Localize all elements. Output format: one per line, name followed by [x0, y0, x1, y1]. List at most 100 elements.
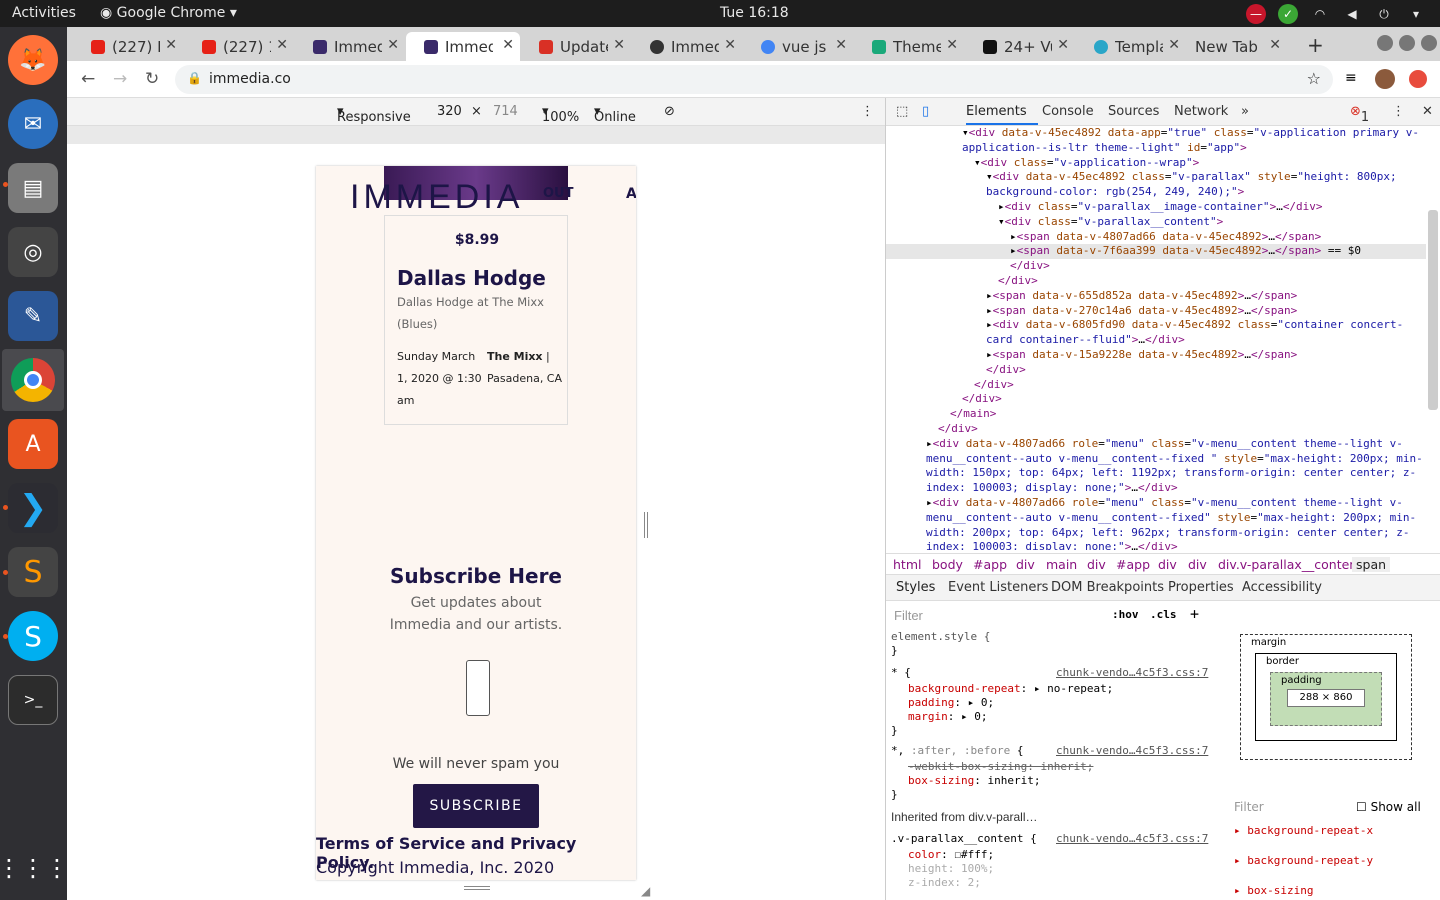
- crumb-item[interactable]: div: [1016, 557, 1035, 572]
- app-grid-icon[interactable]: ⋮⋮⋮: [0, 843, 69, 893]
- update-icon[interactable]: ✓: [1278, 4, 1298, 24]
- inspect-icon[interactable]: ⬚: [896, 104, 908, 119]
- avatar[interactable]: [1375, 69, 1395, 89]
- dom-node[interactable]: ▸<span data-v-4807ad66 data-v-45ec4892>……: [886, 230, 1426, 245]
- tab-11[interactable]: New Tab ✕: [1177, 32, 1287, 61]
- new-tab-icon[interactable]: +: [1307, 33, 1324, 57]
- device-toggle-icon[interactable]: ▯: [922, 104, 929, 119]
- close-window-icon[interactable]: [1421, 35, 1437, 51]
- new-rule-icon[interactable]: +: [1190, 605, 1199, 623]
- crumb-item[interactable]: div: [1158, 557, 1177, 572]
- dom-node[interactable]: index: 100003; display: none;">…</div>: [886, 540, 1426, 550]
- crumb-item[interactable]: main: [1046, 557, 1077, 572]
- nav-about-link[interactable]: OUT: [543, 186, 573, 201]
- activities-button[interactable]: Activities: [12, 5, 76, 21]
- network-select[interactable]: Online ▾: [594, 104, 636, 125]
- tab-event-listeners[interactable]: Event Listeners: [948, 580, 1048, 595]
- dom-tree[interactable]: ▾<div data-v-45ec4892 data-app="true" cl…: [886, 126, 1426, 550]
- close-devtools-icon[interactable]: ✕: [1422, 104, 1433, 119]
- maximize-icon[interactable]: [1399, 35, 1415, 51]
- dom-node[interactable]: ▸<div data-v-6805fd90 data-v-45ec4892 cl…: [886, 318, 1426, 333]
- blocked-icon[interactable]: —: [1246, 4, 1266, 24]
- resize-handle-right[interactable]: [644, 512, 648, 538]
- minimize-icon[interactable]: [1377, 35, 1393, 51]
- forward-icon[interactable]: →: [113, 69, 127, 89]
- software-icon[interactable]: A: [8, 419, 58, 469]
- dom-node[interactable]: ▾<div data-v-45ec4892 data-app="true" cl…: [886, 126, 1426, 141]
- dom-node[interactable]: ▸<div class="v-parallax__image-container…: [886, 200, 1426, 215]
- computed-prop[interactable]: ▸ background-repeat-x: [1234, 824, 1373, 837]
- crumb-item[interactable]: #app: [1116, 557, 1150, 572]
- dom-node[interactable]: width: 200px; top: 64px; left: 962px; tr…: [886, 526, 1426, 541]
- hov-toggle[interactable]: :hov: [1112, 608, 1139, 621]
- media-query-bar[interactable]: [67, 126, 885, 144]
- dom-node[interactable]: ▾<div data-v-45ec4892 class="v-parallax"…: [886, 170, 1426, 185]
- site-logo[interactable]: IMMEDIA: [350, 178, 523, 217]
- back-icon[interactable]: ←: [81, 69, 95, 89]
- tab-properties[interactable]: Properties: [1168, 580, 1234, 595]
- rule-source-link[interactable]: chunk-vendo…4c5f3.css:7: [1056, 744, 1208, 757]
- cls-toggle[interactable]: .cls: [1150, 608, 1177, 621]
- tab-elements[interactable]: Elements: [966, 104, 1027, 119]
- crumb-item[interactable]: div.v-parallax__content: [1218, 557, 1362, 572]
- tab-1[interactable]: (227) B✕: [73, 32, 183, 61]
- border-box[interactable]: border padding 288 × 860: [1255, 653, 1397, 741]
- close-tab-icon[interactable]: ✕: [835, 37, 847, 53]
- close-tab-icon[interactable]: ✕: [276, 37, 288, 53]
- dom-node[interactable]: menu__content--auto v-menu__content--fix…: [886, 452, 1426, 467]
- dom-node[interactable]: ▾<div class="v-parallax__content">: [886, 215, 1426, 230]
- volume-icon[interactable]: ◀: [1342, 4, 1362, 24]
- extension-icon[interactable]: [1409, 70, 1427, 88]
- dom-node[interactable]: background-color: rgb(254, 249, 240);">: [886, 185, 1426, 200]
- close-tab-icon[interactable]: ✕: [165, 37, 177, 53]
- tab-3[interactable]: Immed ✕: [295, 32, 405, 61]
- crumb-item[interactable]: body: [932, 557, 963, 572]
- terminal-icon[interactable]: >_: [8, 675, 58, 725]
- close-tab-icon[interactable]: ✕: [1269, 37, 1281, 53]
- dom-node[interactable]: ▸<div data-v-4807ad66 role="menu" class=…: [886, 437, 1426, 452]
- tab-accessibility[interactable]: Accessibility: [1242, 580, 1322, 595]
- dom-node[interactable]: index: 100003; display: none;">…</div>: [886, 481, 1426, 496]
- reload-icon[interactable]: ↻: [145, 69, 159, 89]
- width-input[interactable]: 320: [437, 104, 462, 119]
- tab-2[interactable]: (227) 1✕: [184, 32, 294, 61]
- files-icon[interactable]: ▤: [8, 163, 58, 213]
- rule-source-link[interactable]: chunk-vendo…4c5f3.css:7: [1056, 666, 1208, 679]
- close-tab-icon[interactable]: ✕: [502, 37, 514, 53]
- concert-card[interactable]: $8.99 Dallas Hodge Dallas Hodge at The M…: [384, 215, 568, 425]
- sublime-icon[interactable]: S: [8, 547, 58, 597]
- rhythmbox-icon[interactable]: ◎: [8, 227, 58, 277]
- margin-box[interactable]: margin border padding 288 × 860: [1240, 634, 1412, 760]
- devtools-menu-icon[interactable]: ⋮: [1392, 104, 1405, 119]
- rotate-icon[interactable]: ⊘: [664, 104, 675, 119]
- dom-node[interactable]: </div>: [886, 378, 1426, 393]
- address-bar[interactable]: 🔒 immedia.co ☆: [175, 65, 1333, 94]
- tab-10[interactable]: Templa✕: [1076, 32, 1186, 61]
- crumb-item[interactable]: html: [893, 557, 921, 572]
- dom-node[interactable]: ▸<span data-v-270c14a6 data-v-45ec4892>……: [886, 304, 1426, 319]
- dom-node[interactable]: ▸<div data-v-4807ad66 role="menu" class=…: [886, 496, 1426, 511]
- dom-node[interactable]: </div>: [886, 392, 1426, 407]
- dom-node[interactable]: </div>: [886, 363, 1426, 378]
- tab-9[interactable]: 24+ Vu✕: [965, 32, 1075, 61]
- subscribe-button[interactable]: SUBSCRIBE: [413, 784, 539, 828]
- computed-prop[interactable]: ▸ background-repeat-y: [1234, 854, 1373, 867]
- dom-node[interactable]: application--is-ltr theme--light" id="ap…: [886, 141, 1426, 156]
- thunderbird-icon[interactable]: ✉: [8, 99, 58, 149]
- dom-node[interactable]: card container--fluid">…</div>: [886, 333, 1426, 348]
- dom-node[interactable]: width: 150px; top: 64px; left: 1192px; t…: [886, 466, 1426, 481]
- tab-5[interactable]: Update✕: [521, 32, 631, 61]
- height-input[interactable]: 714: [493, 104, 518, 119]
- dom-node[interactable]: ▸<span data-v-655d852a data-v-45ec4892>……: [886, 289, 1426, 304]
- tab-7[interactable]: vue js t✕: [743, 32, 853, 61]
- close-tab-icon[interactable]: ✕: [613, 37, 625, 53]
- tab-4-active[interactable]: Immed ✕: [406, 32, 520, 61]
- dom-node[interactable]: </main>: [886, 407, 1426, 422]
- tab-dom-breakpoints[interactable]: DOM Breakpoints: [1051, 580, 1164, 595]
- close-tab-icon[interactable]: ✕: [946, 37, 958, 53]
- content-box[interactable]: 288 × 860: [1287, 689, 1365, 707]
- computed-filter[interactable]: Filter: [1234, 800, 1264, 814]
- app-menu[interactable]: ◉ Google Chrome ▾: [100, 5, 237, 21]
- tab-6[interactable]: Immed ✕: [632, 32, 742, 61]
- tab-sources[interactable]: Sources: [1108, 104, 1159, 119]
